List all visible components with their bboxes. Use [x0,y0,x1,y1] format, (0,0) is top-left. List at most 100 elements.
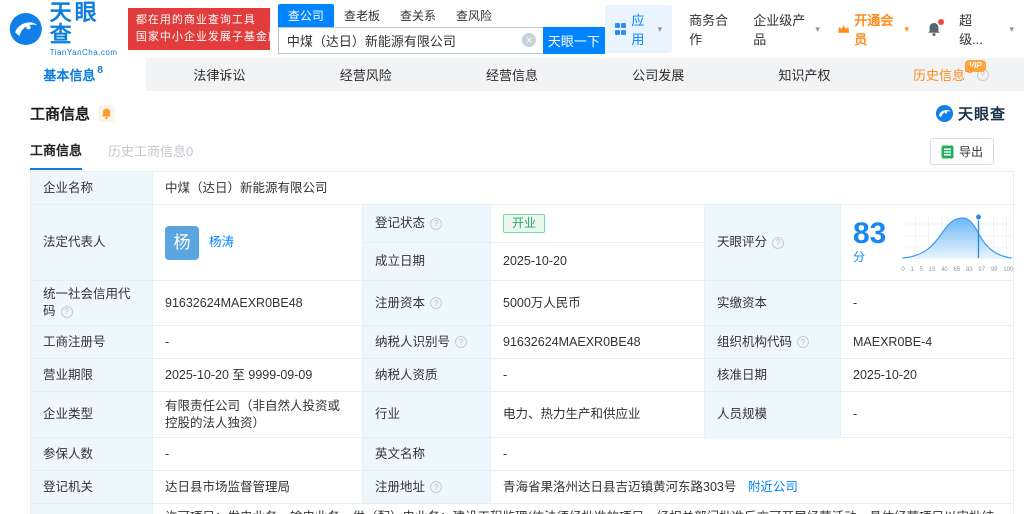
org-code-value: MAEXR0BE-4 [840,325,1014,359]
legal-rep-cell: 杨 杨涛 [152,204,363,281]
help-icon[interactable]: ? [797,336,810,348]
tab-label: 法律诉讼 [193,68,246,83]
notification-dot [938,19,945,25]
tab-label: 经营信息 [485,68,538,83]
paid-capital-label: 实缴资本 [704,280,841,326]
search-tab-relation[interactable]: 查关系 [390,4,446,27]
search-tab-risk[interactable]: 查风险 [446,4,502,27]
taxpayer-id-label: 纳税人识别号? [362,325,491,359]
tianyancha-logo-icon [9,12,42,46]
table-row: 登记机关 达日县市场监督管理局 注册地址? 青海省果洛州达日县吉迈镇黄河东路30… [30,470,1014,504]
export-label: 导出 [958,145,983,159]
tab-label: 知识产权 [778,68,831,83]
logo-domain: TianYanCha.com [49,47,118,57]
approval-date-value: 2025-10-20 [840,358,1014,392]
search-block: 查公司 查老板 查关系 查风险 ✕ 天眼一下 [277,4,605,54]
apps-grid-icon [614,23,627,35]
table-row: 统一社会信用代码? 91632624MAEXR0BE48 注册资本? 5000万… [30,280,1014,326]
business-cooperation-link[interactable]: 商务合作 [689,10,736,48]
staff-size-value: - [840,391,1014,438]
help-icon[interactable]: ? [430,217,443,230]
tab-label: 经营风险 [339,68,392,83]
business-term-label: 营业期限 [30,358,153,392]
avatar: 杨 [165,225,199,260]
uscc-label: 统一社会信用代码? [30,280,153,326]
promo-line2: 国家中小企业发展子基金旗下机构 [135,31,316,43]
help-icon[interactable]: ? [60,305,73,318]
reg-address-cell: 青海省果洛州达日县吉迈镇黄河东路303号 附近公司 [490,470,1014,504]
monitor-bell-button[interactable] [98,105,116,122]
clear-search-icon[interactable]: ✕ [521,33,536,47]
enterprise-products-label: 企业级产品 [753,13,806,47]
search-tab-company[interactable]: 查公司 [277,4,334,27]
subtab-business-info[interactable]: 工商信息 [30,140,83,170]
industry-label: 行业 [362,391,491,438]
help-icon[interactable]: ? [772,236,785,249]
business-info-table: 企业名称 中煤（达日）新能源有限公司 法定代表人 杨 杨涛 登记状态? 开业 天… [30,171,1014,514]
header-menu: 应用 ▾ 商务合作 企业级产品 ▾ 开通会员 ▾ 超级... ▾ [604,5,1014,53]
taxpayer-quality-value: - [490,358,705,392]
table-row: 企业类型 有限责任公司（非自然人投资或控股的法人独资） 行业 电力、热力生产和供… [30,391,1014,438]
taxpayer-quality-label: 纳税人资质 [362,358,491,392]
username-label: 超级... [959,13,983,47]
tab-basic-info[interactable]: 基本信息 8 [0,58,147,91]
tab-company-development[interactable]: 公司发展 [585,58,731,91]
taxpayer-id-value: 91632624MAEXR0BE48 [490,325,705,359]
tab-label: 公司发展 [632,68,685,83]
reg-address-value: 青海省果洛州达日县吉迈镇黄河东路303号 [503,479,737,494]
company-name-label: 企业名称 [30,171,153,205]
promo-banner: 都在用的商业查询工具 国家中小企业发展子基金旗下机构 [127,8,316,50]
chevron-down-icon: ▾ [657,23,663,34]
table-row: 经营范围? 许可项目：发电业务、输电业务、供（配）电业务；建设工程监理(依法须经… [30,503,1014,514]
business-scope-value: 许可项目：发电业务、输电业务、供（配）电业务；建设工程监理(依法须经批准的项目，… [152,503,1014,514]
reg-authority-label: 登记机关 [30,470,153,504]
chevron-down-icon[interactable]: ▾ [1009,24,1014,35]
tab-legal-litigation[interactable]: 法律诉讼 [146,58,292,91]
tab-history-info[interactable]: VIP 历史信息 3 ? [878,58,1024,91]
enterprise-products-menu[interactable]: 企业级产品 ▾ [753,10,820,48]
business-term-value: 2025-10-20 至 9999-09-09 [152,358,363,392]
english-name-label: 英文名称 [362,437,491,471]
table-row: 工商注册号 - 纳税人识别号? 91632624MAEXR0BE48 组织机构代… [30,325,1014,359]
score-distribution-chart[interactable]: 0 1 5 15 40 65 83 97 99 100 [898,212,1016,273]
score-axis: 0 1 5 15 40 65 83 97 99 100 [901,267,1014,273]
chevron-down-icon: ▾ [815,23,820,34]
paid-capital-value: - [840,280,1014,326]
score-unit: 分 [853,250,866,264]
promo-line1: 都在用的商业查询工具 [135,14,256,26]
english-name-value: - [490,437,1014,471]
table-row: 营业期限 2025-10-20 至 9999-09-09 纳税人资质 - 核准日… [30,358,1014,392]
org-code-label: 组织机构代码? [704,325,841,359]
legal-rep-link[interactable]: 杨涛 [209,234,234,251]
tab-count: 8 [97,65,103,76]
status-badge: 开业 [503,214,546,233]
tianyancha-logo-icon [935,104,954,123]
search-button[interactable]: 天眼一下 [542,27,605,54]
subtab-history-business-info[interactable]: 历史工商信息0 [108,141,193,169]
user-menu[interactable]: 超级... [959,10,992,48]
open-vip-link[interactable]: 开通会员 ▾ [837,10,909,48]
chevron-down-icon: ▾ [904,23,910,34]
company-type-value: 有限责任公司（非自然人投资或控股的法人独资） [152,391,363,438]
reg-address-label: 注册地址? [362,470,491,504]
logo-name: 天眼查 [49,0,100,47]
subtab-label: 历史工商信息 [108,143,187,159]
tab-operation-info[interactable]: 经营信息 [439,58,585,91]
tianyancha-logo[interactable]: 天眼查 TianYanCha.com [8,0,120,57]
notifications-bell[interactable] [926,19,945,37]
search-tab-boss[interactable]: 查老板 [334,4,390,27]
help-icon[interactable]: ? [455,336,468,348]
subtab-label: 工商信息 [30,142,83,158]
reg-status-label: 登记状态? [362,204,491,243]
export-button[interactable]: 导出 [929,138,994,165]
tab-operation-risk[interactable]: 经营风险 [293,58,439,91]
apps-menu[interactable]: 应用 ▾ [604,5,673,53]
help-icon[interactable]: ? [430,297,443,309]
establish-date-label: 成立日期 [362,242,491,281]
reg-number-label: 工商注册号 [30,325,153,359]
reg-status-value: 开业 [490,204,705,243]
search-input[interactable] [277,27,543,54]
nearby-companies-link[interactable]: 附近公司 [748,480,798,494]
help-icon[interactable]: ? [430,481,443,493]
tab-intellectual-property[interactable]: 知识产权 [731,58,877,91]
